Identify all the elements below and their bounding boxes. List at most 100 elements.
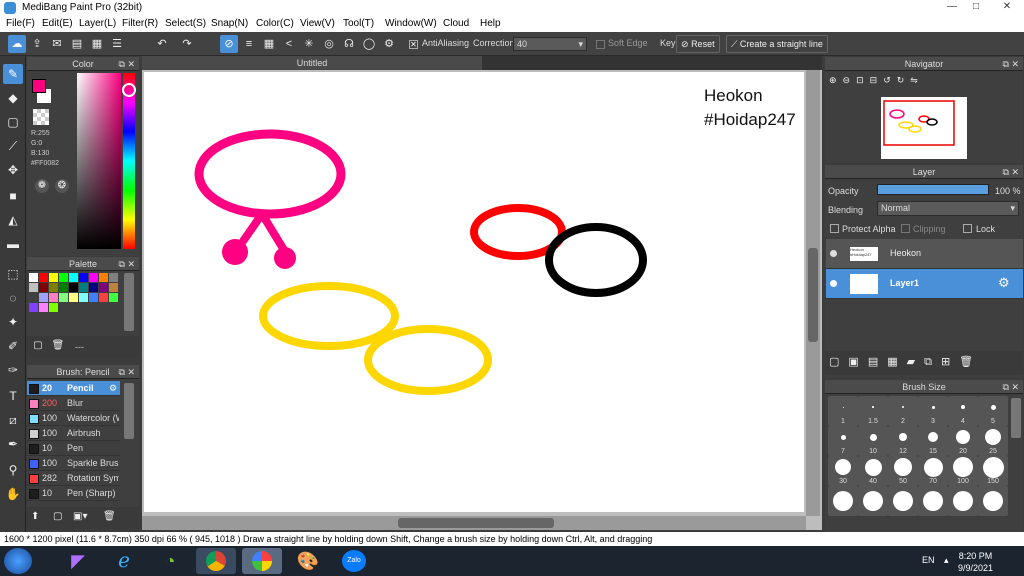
brush-item[interactable]: 100 Airbrush	[27, 426, 120, 441]
brush-item[interactable]: 100 Sparkle Brush	[27, 456, 120, 471]
brush-size-option[interactable]: 12	[888, 426, 918, 456]
primary-color-swatch[interactable]	[32, 79, 46, 93]
brush-size-option[interactable]: 1.5	[858, 396, 888, 426]
palette-swatch[interactable]	[69, 293, 78, 302]
panel-expand-icon[interactable]: ⧉ ✕	[119, 365, 135, 379]
new-layer-icon[interactable]: ▢	[829, 356, 848, 368]
new-page-icon[interactable]: ▢	[31, 340, 45, 354]
new-8bit-icon[interactable]: ▤	[868, 356, 887, 368]
saturation-value-picker[interactable]	[77, 73, 121, 249]
palette-swatch[interactable]	[29, 283, 38, 292]
brush-item[interactable]: 282 Rotation Sym	[27, 471, 120, 486]
straight-line-button[interactable]: ⟋ Create a straight line	[726, 35, 828, 53]
brush-item[interactable]: 20 Pencil ⚙	[27, 381, 120, 396]
brush-size-option[interactable]: 25	[978, 426, 1008, 456]
brush-size-option[interactable]: 10	[858, 426, 888, 456]
palette-swatch[interactable]	[109, 273, 118, 282]
tray-chevron-icon[interactable]: ▴	[944, 555, 949, 566]
zalo-icon[interactable]: Zalo	[334, 548, 374, 574]
panel-expand-icon[interactable]: ⧉ ✕	[1003, 380, 1019, 394]
bucket-tool-icon[interactable]: ◭	[3, 210, 23, 230]
visual-studio-icon[interactable]: ◤	[58, 548, 98, 574]
brush-scrollbar[interactable]	[124, 383, 134, 439]
new-brush-icon[interactable]: ▢	[53, 511, 62, 522]
brush-size-option[interactable]: 1	[828, 396, 858, 426]
brush-size-option[interactable]	[948, 486, 978, 516]
clock[interactable]: 8:20 PM 9/9/2021	[958, 550, 993, 574]
brush-item[interactable]: 10 Pen (Sharp)	[27, 486, 120, 501]
comment-icon[interactable]: ✉	[48, 35, 66, 53]
lasso-tool-icon[interactable]: ◌	[3, 288, 23, 308]
tab-untitled[interactable]: Untitled	[142, 56, 482, 70]
palette-swatch[interactable]	[39, 273, 48, 282]
perspective-icon[interactable]: <	[280, 35, 298, 53]
select-pen-icon[interactable]: ✐	[3, 336, 23, 356]
soft-edge-checkbox[interactable]	[596, 40, 605, 49]
panel-expand-icon[interactable]: ⧉ ✕	[119, 57, 135, 71]
gear-icon[interactable]: ⚙	[109, 381, 117, 396]
internet-explorer-icon[interactable]: ℯ	[104, 548, 144, 574]
menu-snap[interactable]: Snap(N)	[211, 18, 248, 29]
grid-snap-icon[interactable]: ▦	[260, 35, 278, 53]
canvas-viewport[interactable]: Heokon #Hoidap247	[142, 70, 822, 530]
menu-help[interactable]: Help	[480, 18, 501, 29]
rotate-left-icon[interactable]: ↺	[883, 75, 897, 85]
palette-swatch[interactable]	[59, 283, 68, 292]
color-wheel-icon[interactable]: ❁	[35, 179, 49, 193]
palette-swatch[interactable]	[89, 273, 98, 282]
menu-tool[interactable]: Tool(T)	[343, 18, 374, 29]
parallel-snap-icon[interactable]: ≡	[240, 35, 258, 53]
horizontal-scrollbar[interactable]	[142, 516, 806, 530]
palette-scrollbar[interactable]	[124, 273, 134, 331]
menu-cloud[interactable]: Cloud	[443, 18, 469, 29]
curve-snap-icon[interactable]: ☊	[340, 35, 358, 53]
palette-swatch[interactable]	[59, 273, 68, 282]
palette-swatch[interactable]	[49, 273, 58, 282]
palette-swatch[interactable]	[109, 293, 118, 302]
brush-size-option[interactable]	[828, 486, 858, 516]
eraser-tool-icon[interactable]: ◆	[3, 88, 23, 108]
rectangle-tool-icon[interactable]: ▢	[3, 112, 23, 132]
palette-swatch[interactable]	[49, 303, 58, 312]
menu-view[interactable]: View(V)	[300, 18, 335, 29]
zoom-out-icon[interactable]: ⊖	[843, 75, 857, 85]
brush-size-option[interactable]: 70	[918, 456, 948, 486]
menu-edit[interactable]: Edit(E)	[42, 18, 73, 29]
brush-item[interactable]: 100 Watercolor (W	[27, 411, 120, 426]
radial-snap-icon[interactable]: ✳	[300, 35, 318, 53]
brush-size-option[interactable]: 4	[948, 396, 978, 426]
line-tool-icon[interactable]: ⟋	[3, 136, 23, 156]
menu-select[interactable]: Select(S)	[165, 18, 206, 29]
magic-wand-icon[interactable]: ✦	[3, 312, 23, 332]
windows-start-icon[interactable]	[4, 548, 32, 574]
brush-size-option[interactable]	[978, 486, 1008, 516]
new-halftone-icon[interactable]: ▣	[848, 356, 867, 368]
palette-swatch[interactable]	[109, 283, 118, 292]
maximize-button[interactable]: □	[964, 0, 988, 14]
hue-slider[interactable]	[123, 73, 135, 249]
palette-swatch[interactable]	[39, 303, 48, 312]
delete-brush-icon[interactable]: 🗑	[103, 511, 116, 522]
menu-filter[interactable]: Filter(R)	[122, 18, 158, 29]
hand-tool-icon[interactable]: ✋	[3, 484, 23, 504]
list-icon[interactable]: ☰	[108, 35, 126, 53]
palette-swatch[interactable]	[39, 283, 48, 292]
circle-snap-icon[interactable]: ◎	[320, 35, 338, 53]
brush-size-option[interactable]	[858, 486, 888, 516]
color-picker-icon[interactable]: ❂	[55, 179, 69, 193]
drawing-canvas[interactable]: Heokon #Hoidap247	[144, 72, 804, 512]
actual-size-icon[interactable]: ⊟	[870, 75, 884, 85]
menu-layer[interactable]: Layer(L)	[79, 18, 116, 29]
palette-swatch[interactable]	[29, 293, 38, 302]
divide-tool-icon[interactable]: ⧄	[3, 410, 23, 430]
menu-window[interactable]: Window(W)	[385, 18, 437, 29]
brush-tool-icon[interactable]: ✎	[3, 64, 23, 84]
move-tool-icon[interactable]: ✥	[3, 160, 23, 180]
palette-swatch[interactable]	[89, 283, 98, 292]
horizontal-scroll-thumb[interactable]	[398, 518, 554, 528]
add-layer-menu-icon[interactable]: ▦	[887, 356, 906, 368]
redo-icon[interactable]: ↷	[178, 35, 196, 53]
palette-swatch[interactable]	[59, 293, 68, 302]
brush-size-option[interactable]: 100	[948, 456, 978, 486]
palette-swatch[interactable]	[49, 283, 58, 292]
